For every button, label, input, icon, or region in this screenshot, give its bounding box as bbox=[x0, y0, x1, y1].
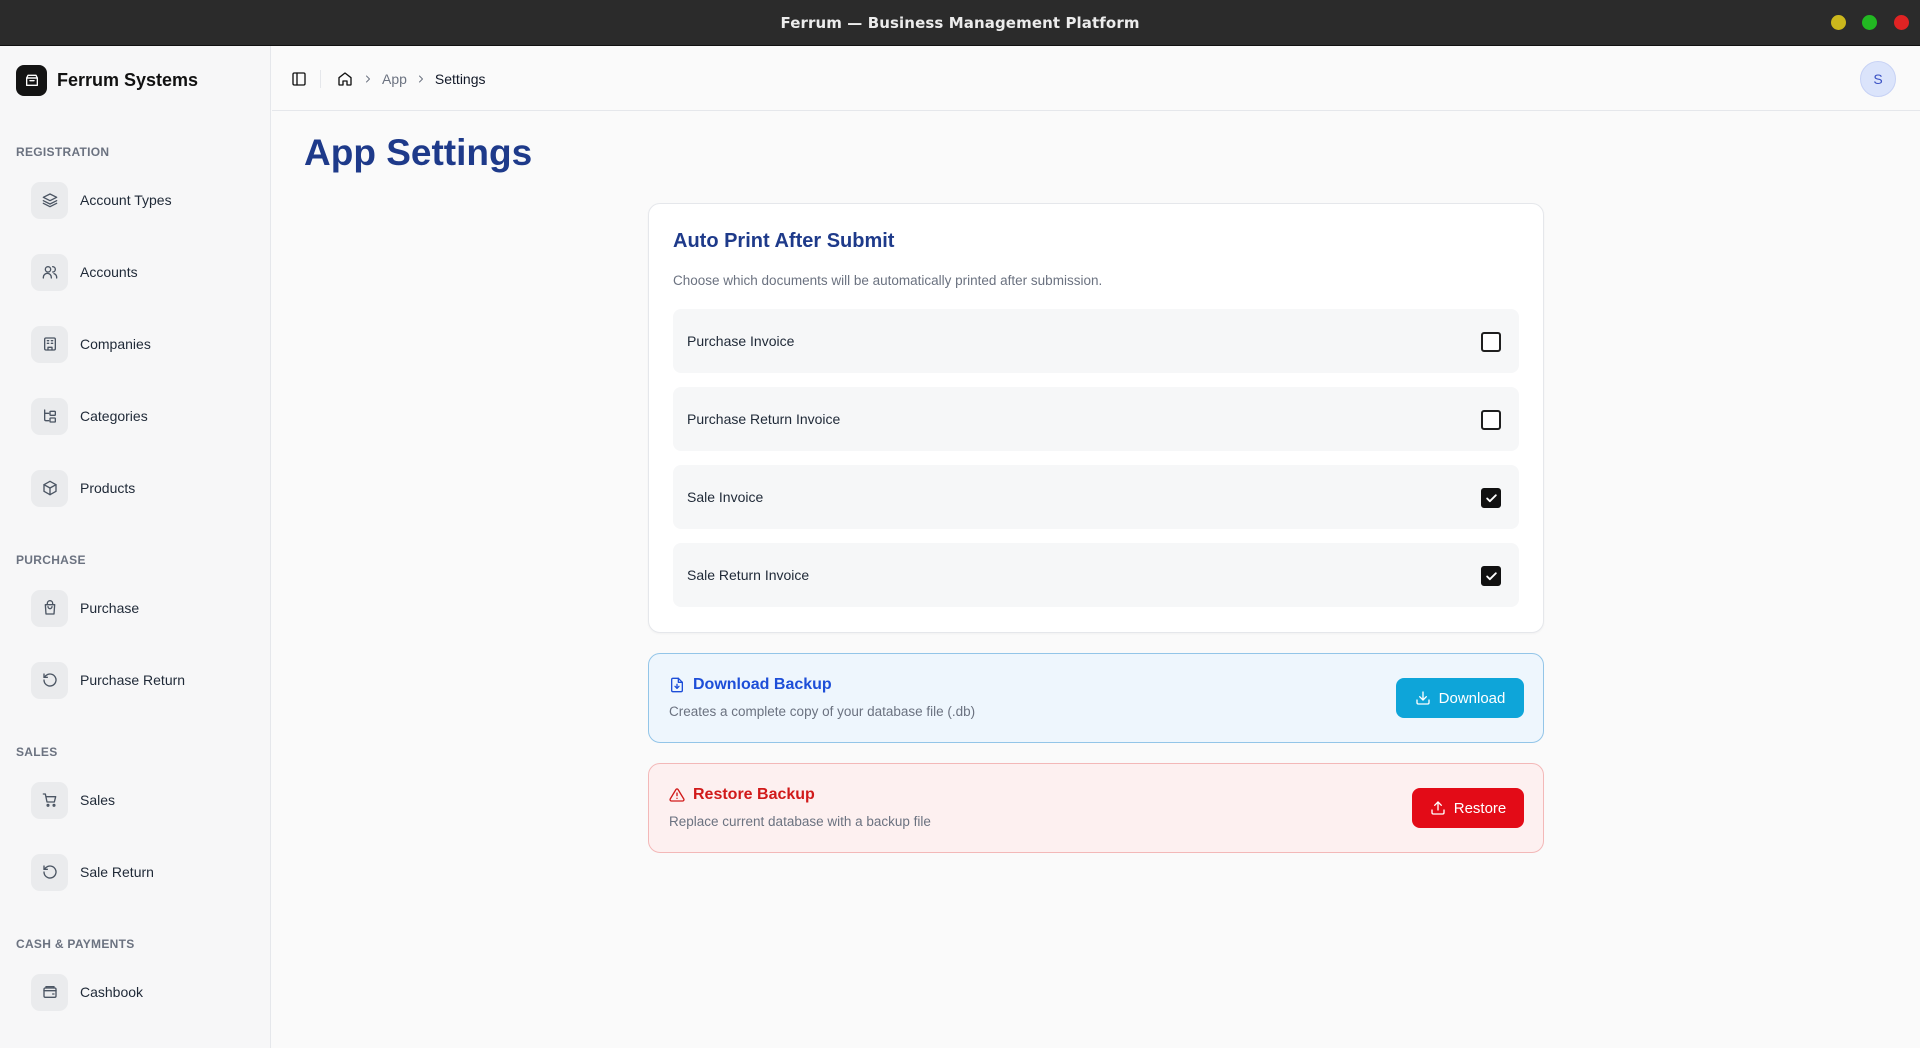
download-backup-heading: Download Backup bbox=[669, 676, 832, 694]
sidebar-item-purchase-return[interactable]: Purchase Return bbox=[31, 661, 251, 699]
section-label-purchase: PURCHASE bbox=[16, 553, 86, 567]
purchase-return-invoice-checkbox[interactable] bbox=[1481, 410, 1501, 430]
sidebar-item-purchase[interactable]: Purchase bbox=[31, 589, 251, 627]
window-titlebar: Ferrum — Business Management Platform bbox=[0, 0, 1920, 46]
restore-backup-card: Restore Backup Replace current database … bbox=[648, 763, 1544, 853]
sidebar-item-products[interactable]: Products bbox=[31, 469, 251, 507]
wallet-icon bbox=[31, 973, 68, 1011]
warning-triangle-icon bbox=[669, 788, 685, 802]
option-label: Sale Invoice bbox=[687, 489, 764, 505]
shopping-bag-icon bbox=[31, 589, 68, 627]
users-icon bbox=[31, 253, 68, 291]
auto-print-card: Auto Print After Submit Choose which doc… bbox=[648, 203, 1544, 633]
restore-backup-heading: Restore Backup bbox=[669, 786, 815, 804]
option-label: Purchase Invoice bbox=[687, 333, 795, 349]
sidebar-item-label: Sales bbox=[80, 792, 116, 808]
page-title: App Settings bbox=[304, 132, 533, 173]
section-label-sales: SALES bbox=[16, 745, 58, 759]
restore-button-label: Restore bbox=[1453, 799, 1507, 817]
sidebar-item-label: Purchase Return bbox=[80, 672, 186, 688]
breadcrumb-settings: Settings bbox=[434, 71, 486, 87]
layers-icon bbox=[31, 181, 68, 219]
avatar[interactable]: S bbox=[1860, 61, 1896, 97]
breadcrumb: App Settings bbox=[336, 68, 486, 90]
sidebar-item-sale-return[interactable]: Sale Return bbox=[31, 853, 251, 891]
maximize-button[interactable] bbox=[1862, 15, 1877, 30]
check-icon bbox=[1485, 571, 1497, 580]
option-purchase-invoice[interactable]: Purchase Invoice bbox=[673, 309, 1519, 373]
building-icon bbox=[31, 325, 68, 363]
restore-button[interactable]: Restore bbox=[1412, 788, 1524, 828]
header-divider bbox=[320, 70, 321, 88]
sidebar-item-categories[interactable]: Categories bbox=[31, 397, 251, 435]
sidebar-item-label: Account Types bbox=[80, 192, 172, 208]
sidebar-item-accounts[interactable]: Accounts bbox=[31, 253, 251, 291]
rotate-ccw-icon bbox=[31, 661, 68, 699]
section-label-registration: REGISTRATION bbox=[16, 145, 110, 159]
store-logo-icon bbox=[16, 64, 47, 96]
purchase-invoice-checkbox[interactable] bbox=[1481, 332, 1501, 352]
file-download-icon bbox=[671, 677, 683, 693]
sale-invoice-checkbox[interactable] bbox=[1481, 488, 1501, 508]
upload-icon bbox=[1431, 801, 1445, 815]
sidebar-item-label: Purchase bbox=[80, 600, 140, 616]
check-icon bbox=[1485, 493, 1497, 502]
sidebar-item-label: Accounts bbox=[80, 264, 138, 280]
option-label: Sale Return Invoice bbox=[687, 567, 810, 583]
option-sale-return-invoice[interactable]: Sale Return Invoice bbox=[673, 543, 1519, 607]
chevron-right-icon bbox=[415, 73, 427, 85]
breadcrumb-app[interactable]: App bbox=[382, 71, 407, 87]
restore-backup-title: Restore Backup bbox=[693, 786, 815, 803]
download-icon bbox=[1415, 691, 1430, 705]
brand-name: Ferrum Systems bbox=[57, 69, 199, 90]
sidebar-item-label: Cashbook bbox=[80, 984, 144, 1000]
download-backup-description: Creates a complete copy of your database… bbox=[669, 704, 976, 719]
option-label: Purchase Return Invoice bbox=[687, 411, 841, 427]
sidebar-item-label: Companies bbox=[80, 336, 151, 352]
sidebar-item-label: Categories bbox=[80, 408, 148, 424]
sale-return-invoice-checkbox[interactable] bbox=[1481, 566, 1501, 586]
download-backup-card: Download Backup Creates a complete copy … bbox=[648, 653, 1544, 743]
home-icon[interactable] bbox=[336, 70, 354, 88]
auto-print-title: Auto Print After Submit bbox=[673, 230, 895, 252]
auto-print-description: Choose which documents will be automatic… bbox=[673, 273, 1103, 288]
sidebar-item-label: Products bbox=[80, 480, 136, 496]
sidebar-item-companies[interactable]: Companies bbox=[31, 325, 251, 363]
package-icon bbox=[31, 469, 68, 507]
download-backup-title: Download Backup bbox=[693, 676, 832, 693]
section-label-cash-payments: CASH & PAYMENTS bbox=[16, 937, 135, 951]
sidebar-item-sales[interactable]: Sales bbox=[31, 781, 251, 819]
chevron-right-icon bbox=[362, 73, 374, 85]
sidebar-item-account-types[interactable]: Account Types bbox=[31, 181, 251, 219]
top-header: App Settings S bbox=[272, 46, 1920, 111]
sidebar-item-cashbook[interactable]: Cashbook bbox=[31, 973, 251, 1011]
option-purchase-return-invoice[interactable]: Purchase Return Invoice bbox=[673, 387, 1519, 451]
sidebar-item-label: Sale Return bbox=[80, 864, 154, 880]
panel-left-icon bbox=[292, 72, 306, 86]
rotate-ccw-icon bbox=[31, 853, 68, 891]
download-button-label: Download bbox=[1438, 689, 1506, 707]
download-button[interactable]: Download bbox=[1396, 678, 1524, 718]
minimize-button[interactable] bbox=[1831, 15, 1846, 30]
close-window-button[interactable] bbox=[1894, 15, 1909, 30]
sidebar-toggle-button[interactable] bbox=[289, 69, 309, 89]
sidebar: Ferrum Systems REGISTRATION Account Type… bbox=[0, 46, 271, 1048]
brand[interactable]: Ferrum Systems bbox=[16, 64, 198, 96]
shopping-cart-icon bbox=[31, 781, 68, 819]
option-sale-invoice[interactable]: Sale Invoice bbox=[673, 465, 1519, 529]
restore-backup-description: Replace current database with a backup f… bbox=[669, 814, 931, 829]
category-tree-icon bbox=[31, 397, 68, 435]
window-title: Ferrum — Business Management Platform bbox=[780, 14, 1140, 32]
